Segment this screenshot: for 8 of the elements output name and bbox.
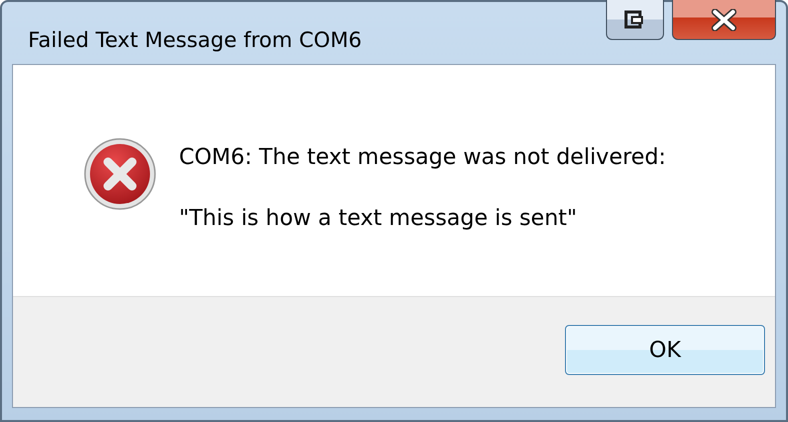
error-icon bbox=[83, 137, 157, 211]
ok-button[interactable]: OK bbox=[565, 325, 765, 375]
message-heading: COM6: The text message was not delivered: bbox=[179, 145, 666, 170]
window-title: Failed Text Message from COM6 bbox=[28, 28, 362, 52]
message-text: "This is how a text message is sent" bbox=[179, 206, 578, 231]
close-button[interactable] bbox=[672, 0, 776, 40]
restore-button[interactable] bbox=[606, 0, 664, 40]
close-icon bbox=[711, 8, 737, 30]
